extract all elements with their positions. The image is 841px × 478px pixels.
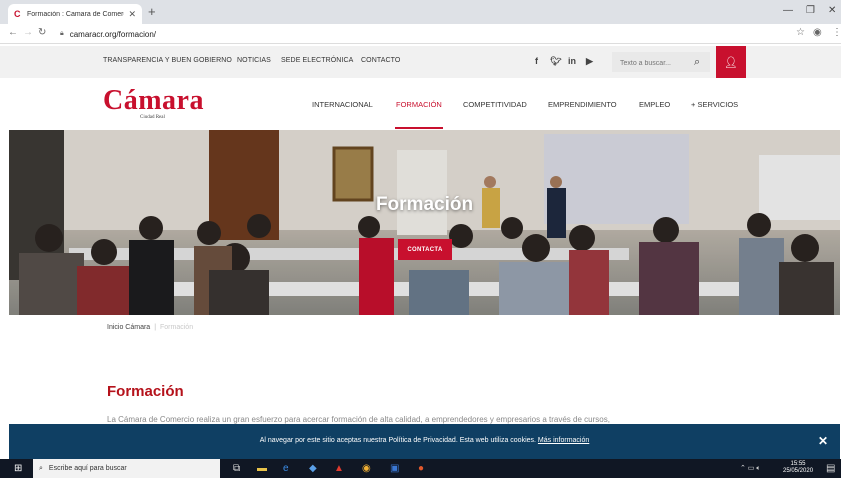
chrome-icon[interactable]: ◉ [362,463,371,474]
clock-date: 25/05/2020 [783,468,814,474]
nav-formacion[interactable]: FORMACIÓN [396,100,442,109]
taskbar-search-placeholder: Escribe aquí para buscar [48,465,127,472]
cookie-message: Al navegar por este sitio aceptas nuestr… [9,437,840,444]
system-tray[interactable]: ⌃ ▭ 🔈︎ [740,464,761,473]
close-tab-icon[interactable]: ✕ [128,9,136,20]
url-text: camaracr.org/formacion/ [69,29,156,39]
nav-empleo[interactable]: EMPLEO [639,100,670,109]
taskbar-search[interactable]: ⌕ Escribe aquí para buscar [33,459,220,478]
favicon-icon: C [14,8,21,19]
close-window-icon[interactable]: ✕ [828,5,836,16]
word-icon[interactable]: ▣ [390,463,399,474]
twitter-icon[interactable]: 🐦︎ [550,56,561,67]
logo-subtitle: Ciudad Real [140,115,165,120]
notifications-icon[interactable]: ▤ [826,463,835,474]
lock-icon: 🔒︎ [60,30,64,37]
new-tab-button[interactable]: + [148,4,156,19]
bookmark-star-icon[interactable]: ☆ [796,27,805,38]
browser-tab-bar: C Formación : Camara de Comerci ✕ + — ❐ … [0,0,841,24]
breadcrumb-home[interactable]: Inicio Cámara [107,324,150,331]
search-icon[interactable]: ⌕ [694,56,700,69]
forward-icon[interactable]: → [23,27,33,38]
active-nav-indicator [395,127,443,129]
address-bar: ← → ↻ 🔒︎ camaracr.org/formacion/ ☆ ◉ ⋮ [0,24,841,44]
cookie-more-info-link[interactable]: Más información [538,437,589,444]
nav-internacional[interactable]: INTERNACIONAL [312,100,373,109]
nav-competitividad[interactable]: COMPETITIVIDAD [463,100,527,109]
link-contacto[interactable]: CONTACTO [361,57,400,64]
youtube-icon[interactable]: ▶ [586,56,593,67]
hero-classroom-image [9,130,840,315]
search-input[interactable] [612,53,682,74]
windows-taskbar: ⊞ ⌕ Escribe aquí para buscar ⧉ ▬ e ◆ ▲ ◉… [0,459,841,478]
menu-dots-icon[interactable]: ⋮ [832,27,841,38]
contacta-button[interactable]: CONTACTA [398,239,452,260]
cookie-text: Al navegar por este sitio aceptas nuestr… [259,437,536,444]
url-field[interactable]: 🔒︎ camaracr.org/formacion/ [60,27,790,41]
link-noticias[interactable]: NOTICIAS [237,57,271,64]
tab-title: Formación : Camara de Comerci [27,10,125,18]
user-icon: 👤︎ [724,56,738,69]
breadcrumb: Inicio Cámara | Formación [107,324,193,331]
nav-emprendimiento[interactable]: EMPRENDIMIENTO [548,100,617,109]
maximize-icon[interactable]: ❐ [806,5,815,16]
back-icon[interactable]: ← [8,27,18,38]
profile-icon[interactable]: ◉ [813,27,822,38]
file-explorer-icon[interactable]: ▬ [257,463,267,474]
link-sede-electronica[interactable]: SEDE ELECTRÓNICA [281,57,353,64]
search-icon: ⌕ [39,464,43,472]
minimize-icon[interactable]: — [783,5,793,16]
acrobat-icon[interactable]: ▲ [334,463,344,474]
linkedin-icon[interactable]: in [568,56,576,66]
store-icon[interactable]: ◆ [309,463,317,474]
user-login-button[interactable]: 👤︎ [716,46,746,78]
page-heading: Formación [107,383,184,400]
link-transparencia[interactable]: TRANSPARENCIA Y BUEN GOBIERNO [103,57,232,64]
hero-title: Formación [375,194,474,215]
cookie-close-icon[interactable]: ✕ [818,434,828,448]
hero-banner: Formación CONTACTA [9,130,840,315]
breadcrumb-separator: | [154,324,157,331]
breadcrumb-current: Formación [160,324,194,331]
cookie-banner: Al navegar por este sitio aceptas nuestr… [9,424,840,459]
camara-logo[interactable]: Cámara [103,86,204,116]
app-icon[interactable]: ● [418,463,424,474]
nav-mas-servicios[interactable]: + SERVICIOS [691,100,738,109]
edge-icon[interactable]: e [283,463,289,474]
task-view-icon[interactable]: ⧉ [233,463,240,474]
reload-icon[interactable]: ↻ [38,27,46,38]
taskbar-clock[interactable]: 15:55 25/05/2020 [783,461,813,475]
browser-tab[interactable]: C Formación : Camara de Comerci ✕ [8,4,142,24]
facebook-icon[interactable]: f [535,56,538,66]
top-utility-bar: TRANSPARENCIA Y BUEN GOBIERNO NOTICIAS S… [0,46,841,78]
windows-start-icon[interactable]: ⊞ [14,463,22,474]
clock-time: 15:55 [790,461,806,467]
